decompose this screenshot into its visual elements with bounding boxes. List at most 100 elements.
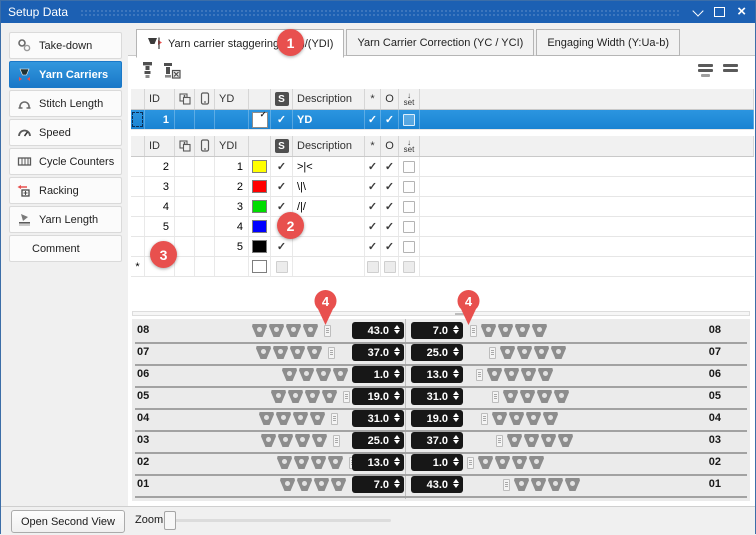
yarn-carrier-icon[interactable] — [288, 390, 303, 403]
device-tag-icon[interactable] — [195, 89, 215, 109]
o-cell[interactable]: ✓ — [381, 177, 399, 196]
stagger-marker-right[interactable] — [476, 369, 483, 381]
set-checkbox[interactable] — [403, 261, 415, 273]
set-checkbox[interactable] — [403, 114, 415, 126]
set-checkbox[interactable] — [403, 201, 415, 213]
o-cell[interactable] — [381, 257, 399, 276]
yarn-carrier-icon[interactable] — [252, 324, 267, 337]
o-cell[interactable]: ✓ — [381, 197, 399, 216]
set-cell[interactable] — [399, 237, 420, 256]
cell[interactable] — [195, 157, 215, 176]
set-cell[interactable] — [399, 197, 420, 216]
o-checkbox[interactable] — [384, 261, 396, 273]
stagger-marker-left[interactable] — [343, 391, 350, 403]
yarn-carrier-icon[interactable] — [521, 368, 536, 381]
cell[interactable] — [195, 217, 215, 236]
yarn-carrier-icon[interactable] — [531, 478, 546, 491]
cell[interactable] — [175, 237, 195, 256]
set-header[interactable]: ↓set — [399, 136, 420, 156]
color-swatch[interactable] — [252, 160, 267, 173]
cell[interactable] — [195, 237, 215, 256]
star-cell[interactable]: ✓ — [365, 177, 381, 196]
cell[interactable] — [175, 217, 195, 236]
color-cell[interactable] — [249, 217, 271, 236]
stagger-value-left[interactable]: 1.0 — [352, 366, 404, 383]
s-header[interactable]: S — [271, 136, 293, 156]
sidebar-item-comment[interactable]: Comment — [9, 235, 122, 262]
stagger-value-right[interactable]: 43.0 — [411, 476, 463, 493]
color-cell[interactable] — [249, 177, 271, 196]
cascade-windows-icon[interactable] — [175, 89, 195, 109]
spinner-icon[interactable] — [453, 391, 459, 400]
cell[interactable] — [175, 197, 195, 216]
o-header[interactable]: O — [381, 136, 399, 156]
description-cell[interactable]: \|\ — [293, 177, 365, 196]
chevron-down-icon[interactable] — [693, 5, 704, 16]
cell[interactable] — [175, 257, 195, 276]
cascade-windows-icon[interactable] — [175, 136, 195, 156]
yarn-carrier-icon[interactable] — [259, 412, 274, 425]
o-cell[interactable]: ✓ — [381, 157, 399, 176]
row-selector[interactable] — [131, 157, 145, 176]
color-cell[interactable] — [249, 257, 271, 276]
s-cell[interactable] — [271, 257, 293, 276]
stagger-value-left[interactable]: 37.0 — [352, 344, 404, 361]
o-cell[interactable]: ✓ — [381, 237, 399, 256]
open-second-view-button[interactable]: Open Second View — [11, 510, 125, 533]
yarn-carrier-icon[interactable] — [558, 434, 573, 447]
yarn-carrier-icon[interactable] — [520, 390, 535, 403]
spinner-icon[interactable] — [394, 479, 400, 488]
sidebar-item-cycle-counters[interactable]: Cycle Counters — [9, 148, 122, 175]
yarn-carrier-icon[interactable] — [554, 390, 569, 403]
color-swatch[interactable] — [252, 220, 267, 233]
yarn-carrier-icon[interactable] — [504, 368, 519, 381]
s-cell[interactable]: ✓ — [271, 110, 293, 129]
star-checkbox[interactable] — [367, 261, 379, 273]
yarn-carrier-icon[interactable] — [500, 346, 515, 359]
star-cell[interactable]: ✓ — [365, 217, 381, 236]
spinner-icon[interactable] — [394, 435, 400, 444]
cell[interactable] — [195, 177, 215, 196]
s-checkbox[interactable] — [276, 261, 288, 273]
spinner-icon[interactable] — [453, 347, 459, 356]
id-cell[interactable]: 4 — [145, 197, 175, 216]
yarn-carrier-icon[interactable] — [498, 324, 513, 337]
stagger-value-right[interactable]: 1.0 — [411, 454, 463, 471]
yarn-carrier-icon[interactable] — [551, 346, 566, 359]
cell[interactable] — [175, 110, 195, 129]
yarn-carrier-icon[interactable] — [314, 478, 329, 491]
s-header[interactable]: S — [271, 89, 293, 109]
row-selector[interactable] — [131, 110, 145, 129]
spinner-icon[interactable] — [394, 413, 400, 422]
yarn-carrier-icon[interactable] — [269, 324, 284, 337]
cell[interactable] — [195, 110, 215, 129]
yarn-carrier-icon[interactable] — [256, 346, 271, 359]
ydi-row-4[interactable]: 4 3 ✓ /|/ ✓ ✓ — [131, 197, 754, 217]
stagger-marker-left[interactable] — [333, 435, 340, 447]
yarn-carrier-icon[interactable] — [514, 478, 529, 491]
ydi-cell[interactable]: 1 — [215, 157, 249, 176]
sidebar-item-racking[interactable]: Racking — [9, 177, 122, 204]
description-cell[interactable]: YD — [293, 110, 365, 129]
cell[interactable] — [175, 177, 195, 196]
stagger-marker-left[interactable] — [328, 347, 335, 359]
row-selector[interactable] — [131, 237, 145, 256]
stagger-value-left[interactable]: 43.0 — [352, 322, 404, 339]
spinner-icon[interactable] — [453, 457, 459, 466]
s-cell[interactable]: ✓ — [271, 157, 293, 176]
sidebar-item-take-down[interactable]: Take-down — [9, 32, 122, 59]
yarn-carrier-icon[interactable] — [507, 434, 522, 447]
stagger-marker-right[interactable] — [481, 413, 488, 425]
yarn-carrier-icon[interactable] — [293, 412, 308, 425]
set-cell[interactable] — [399, 217, 420, 236]
yarn-carrier-icon[interactable] — [297, 478, 312, 491]
yarn-carrier-icon[interactable] — [294, 456, 309, 469]
ydi-cell[interactable]: 5 — [215, 237, 249, 256]
spinner-icon[interactable] — [453, 479, 459, 488]
star-cell[interactable]: ✓ — [365, 237, 381, 256]
zoom-slider-handle[interactable] — [164, 511, 176, 530]
spinner-icon[interactable] — [394, 347, 400, 356]
yarn-carrier-icon[interactable] — [299, 368, 314, 381]
color-cell[interactable] — [249, 197, 271, 216]
stagger-value-right[interactable]: 31.0 — [411, 388, 463, 405]
